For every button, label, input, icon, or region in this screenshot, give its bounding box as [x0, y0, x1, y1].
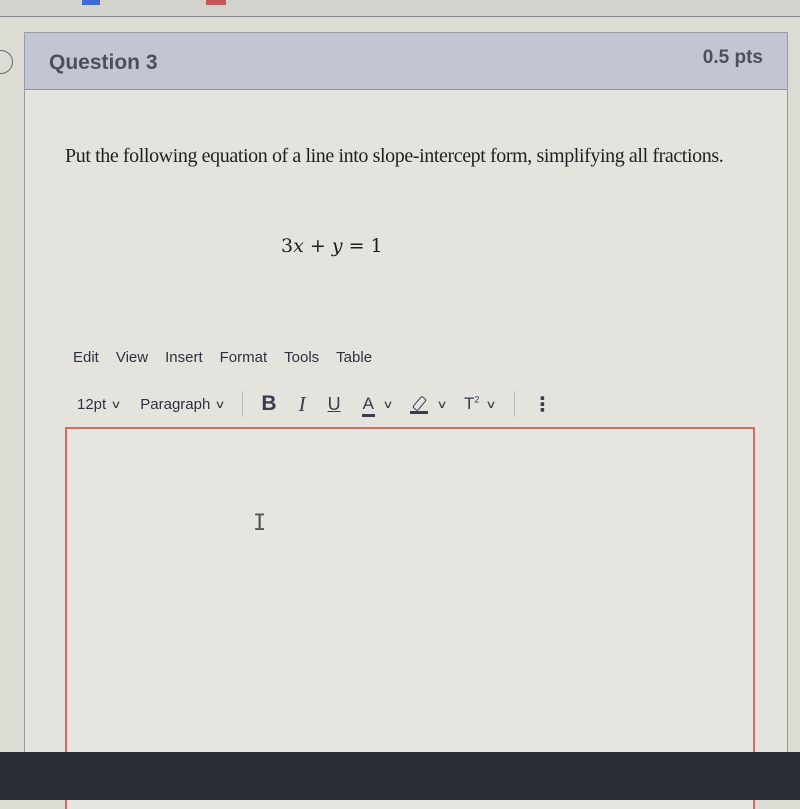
- question-header: Question 3 0.5 pts: [25, 33, 787, 90]
- equation-equals: =: [342, 235, 371, 257]
- browser-top-strip: [0, 0, 800, 17]
- screen-bezel: [0, 752, 800, 800]
- tab-icon-blue: [82, 0, 100, 5]
- more-options-icon[interactable]: ⋮: [533, 392, 553, 417]
- chevron-down-icon: ∨: [110, 398, 122, 411]
- font-size-dropdown[interactable]: 12pt ∨: [77, 395, 122, 413]
- equation-rhs: 1: [370, 235, 383, 257]
- equation-var-x: x: [293, 235, 304, 257]
- question-nav-arrow-icon[interactable]: [0, 50, 13, 74]
- question-card: Question 3 0.5 pts Put the following equ…: [24, 32, 788, 809]
- bold-button[interactable]: B: [261, 392, 276, 416]
- menu-edit[interactable]: Edit: [73, 349, 99, 366]
- toolbar-divider: [242, 391, 244, 417]
- question-prompt: Put the following equation of a line int…: [65, 145, 724, 167]
- editor-menubar: Edit View Insert Format Tools Table: [73, 349, 372, 366]
- menu-tools[interactable]: Tools: [284, 349, 319, 366]
- highlighter-icon: [409, 394, 428, 414]
- equation: 3x + y = 1: [281, 235, 383, 257]
- text-cursor-icon: I: [253, 511, 267, 536]
- equation-var-y: y: [331, 235, 343, 257]
- question-title: Question 3: [49, 51, 158, 74]
- menu-format[interactable]: Format: [220, 349, 268, 366]
- text-color-icon: A: [361, 394, 375, 417]
- question-points: 0.5 pts: [702, 47, 763, 68]
- block-format-value: Paragraph: [140, 395, 211, 413]
- chevron-down-icon: ∨: [436, 398, 448, 411]
- chevron-down-icon: ∨: [382, 398, 394, 411]
- block-format-dropdown[interactable]: Paragraph ∨: [140, 395, 227, 413]
- superscript-icon: T2: [464, 394, 480, 413]
- font-size-value: 12pt: [77, 395, 107, 413]
- chevron-down-icon: ∨: [485, 398, 498, 411]
- editor-toolbar: 12pt ∨ Paragraph ∨ B I U A ∨ ∨ T2 ∨ ⋮: [77, 389, 553, 419]
- text-color-button[interactable]: A ∨: [361, 394, 394, 417]
- equation-plus: +: [303, 235, 332, 257]
- tab-icon-red: [206, 0, 226, 5]
- underline-button[interactable]: U: [328, 394, 341, 415]
- menu-table[interactable]: Table: [336, 349, 372, 366]
- highlight-color-button[interactable]: ∨: [409, 394, 448, 414]
- superscript-button[interactable]: T2 ∨: [464, 394, 498, 414]
- italic-button[interactable]: I: [299, 392, 306, 417]
- menu-insert[interactable]: Insert: [165, 349, 203, 366]
- toolbar-divider: [513, 391, 515, 417]
- equation-coef: 3: [281, 235, 294, 257]
- chevron-down-icon: ∨: [214, 398, 227, 411]
- menu-view[interactable]: View: [116, 349, 148, 366]
